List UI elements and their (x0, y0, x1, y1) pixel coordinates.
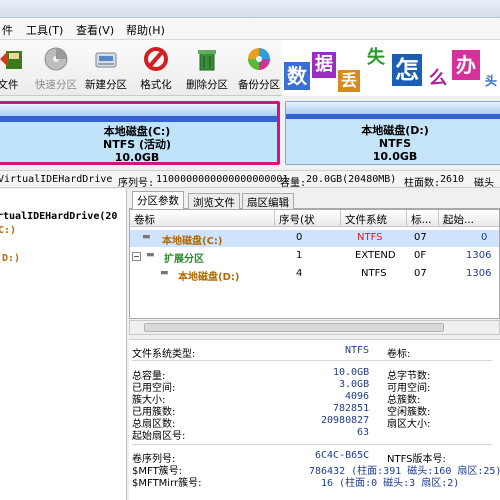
disk-tree: rtualIDEHardDrive(20 C:) (D:) (0, 189, 127, 500)
drive-icon: ▬ (146, 250, 155, 260)
partition-c-block[interactable]: 本地磁盘(C:) NTFS (活动) 10.0GB (0, 101, 280, 165)
col-index[interactable]: 序号(状 (275, 210, 341, 227)
col-fs[interactable]: 文件系统 (341, 210, 407, 227)
tab-browse-files[interactable]: 浏览文件 (188, 193, 240, 209)
banner-char: 办 (452, 50, 480, 80)
col-start[interactable]: 起始... (439, 210, 499, 227)
disk-map: 本地磁盘(C:) NTFS (活动) 10.0GB 本地磁盘(D:) NTFS … (0, 96, 500, 170)
serial-value: 1100000000000000000001 (156, 174, 289, 185)
partition-table: 卷标 序号(状 文件系统 标... 起始... ▬ 本地磁盘(C:) 0 NTF… (129, 209, 500, 319)
cylinders-value: 2610 (440, 174, 465, 185)
quick-partition-icon (44, 47, 68, 71)
new-partition-icon (95, 52, 117, 68)
save-icon (0, 51, 22, 69)
cylinders-label: 柱面数: (404, 178, 441, 189)
menu-file[interactable]: 件 (2, 22, 13, 38)
table-row[interactable]: − ▬ 扩展分区 1 EXTEND 0F 1306 (130, 248, 499, 265)
table-row[interactable]: ▬ 本地磁盘(D:) 4 NTFS 07 1306 (130, 266, 499, 283)
drive-icon: ▬ (142, 232, 151, 242)
partition-d-name: 本地磁盘(D:) (361, 124, 429, 137)
serial-label: 序列号: (118, 178, 155, 189)
menu-bar: 件 工具(T) 查看(V) 帮助(H) (0, 18, 500, 40)
banner-char: 失 (364, 46, 388, 70)
disk-info-bar: VirtualIDEHardDrive 序列号: 110000000000000… (0, 170, 500, 189)
tab-strip: 分区参数 浏览文件 扇区编辑 (129, 191, 500, 210)
menu-help[interactable]: 帮助(H) (126, 22, 165, 38)
capacity-label: 容量: (280, 178, 307, 189)
banner-char: 数 (284, 62, 310, 90)
partition-details: 文件系统类型: NTFS 卷标: 总容量: 10.0GB 总字节数: 已用空间:… (129, 339, 500, 500)
partition-d-size: 10.0GB (372, 150, 418, 163)
table-row[interactable]: ▬ 本地磁盘(C:) 0 NTFS 07 0 (130, 230, 499, 247)
capacity-value: 20.0GB(20480MB) (306, 174, 397, 185)
delete-partition-icon (198, 50, 216, 71)
new-partition-button[interactable]: 新建分区 (82, 43, 130, 93)
right-panel: 分区参数 浏览文件 扇区编辑 卷标 序号(状 文件系统 标... 起始... ▬… (129, 189, 500, 500)
partition-d-block[interactable]: 本地磁盘(D:) NTFS 10.0GB (285, 101, 500, 165)
backup-partition-icon (248, 48, 270, 70)
save-file-button[interactable]: 文件 (0, 43, 28, 93)
banner-char: 么 (426, 68, 450, 90)
backup-partition-button[interactable]: 备份分区 (234, 43, 284, 93)
banner-char: 头 (482, 72, 500, 90)
tree-c-node[interactable]: C:) (0, 225, 16, 236)
menu-tools[interactable]: 工具(T) (26, 22, 63, 38)
title-strip (0, 0, 500, 18)
banner-char: 怎 (392, 54, 422, 86)
scrollbar-thumb[interactable] (144, 323, 444, 332)
partition-d-fs: NTFS (378, 137, 412, 150)
delete-partition-button[interactable]: 删除分区 (182, 43, 232, 93)
partition-c-name: 本地磁盘(C:) (103, 125, 171, 138)
format-icon (144, 47, 168, 71)
collapse-icon[interactable]: − (132, 252, 141, 261)
drive-icon: ▬ (160, 268, 169, 278)
partition-c-fs: NTFS (活动) (102, 138, 172, 151)
menu-view[interactable]: 查看(V) (76, 22, 114, 38)
disk-model: VirtualIDEHardDrive (0, 174, 113, 185)
promo-banner[interactable]: 数 据 丢 失 怎 么 办 头 (282, 40, 500, 96)
tree-disk-node[interactable]: rtualIDEHardDrive(20 (0, 211, 117, 222)
tree-d-node[interactable]: (D:) (0, 253, 20, 264)
quick-partition-button[interactable]: 快速分区 (30, 43, 82, 93)
partition-c-size: 10.0GB (114, 151, 160, 164)
tab-sector-edit[interactable]: 扇区编辑 (242, 193, 294, 209)
format-button[interactable]: 格式化 (136, 43, 176, 93)
heads-label: 磁头 (474, 178, 494, 189)
col-volume[interactable]: 卷标 (130, 210, 275, 227)
tab-partition-params[interactable]: 分区参数 (132, 191, 184, 210)
col-id[interactable]: 标... (407, 210, 439, 227)
horizontal-scrollbar[interactable] (129, 320, 500, 335)
banner-char: 据 (312, 52, 336, 78)
banner-char: 丢 (338, 70, 360, 92)
